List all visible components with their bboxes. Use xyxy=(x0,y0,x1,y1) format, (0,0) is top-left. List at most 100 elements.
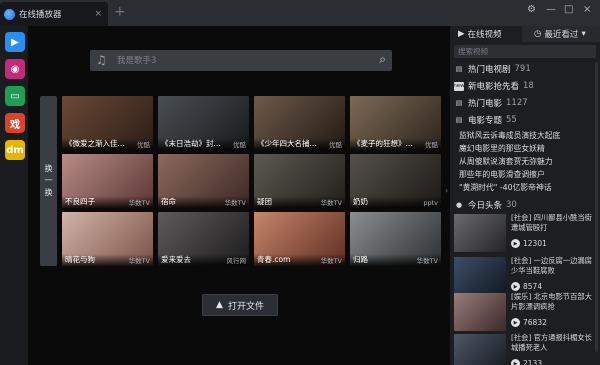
video-title: 青春.com xyxy=(257,255,291,264)
video-tile[interactable]: 宿命 华数TV xyxy=(158,154,249,208)
news-title: [社会] 四川鄙县小酰当街遭城管殴打 xyxy=(511,213,592,232)
video-title: 《麦子的狂想》... xyxy=(353,139,413,148)
tab-online-video[interactable]: ▶ 在线视频 xyxy=(450,26,522,42)
search-box: ♫ ⌕ xyxy=(90,50,392,71)
player-window: 在线播放器 × + ⚙ — □ × ▶ ◉ ▭ 戏 dm ♫ ⌕ 换 一 换 《… xyxy=(0,0,600,365)
play-count-icon: ▶ xyxy=(511,318,520,327)
video-app-icon[interactable]: ▶ xyxy=(5,32,25,52)
sidebar-search xyxy=(454,45,596,58)
video-title: 爱来爱去 xyxy=(161,255,191,264)
tv-icon[interactable]: ▭ xyxy=(5,86,25,106)
maximize-button[interactable]: □ xyxy=(564,4,573,15)
open-file-button[interactable]: ▲ 打开文件 xyxy=(202,294,278,316)
news-thumbnail xyxy=(454,334,506,365)
category-new-movies[interactable]: new 新电影抢先看 18 xyxy=(453,78,596,94)
video-tile[interactable]: 《末日浩劫》封... 优酷 xyxy=(158,96,249,150)
video-tile[interactable]: 爱来爱去 风行网 xyxy=(158,212,249,266)
video-title: 《微爱之渐入佳... xyxy=(65,139,125,148)
topic-item[interactable]: "黄溯时代" -40亿影帝神话 xyxy=(459,182,597,193)
video-title: 《末日浩劫》封... xyxy=(161,139,221,148)
chevron-down-icon: ▾ xyxy=(581,29,586,39)
category-movie-topics[interactable]: ▤ 电影专题 55 xyxy=(454,112,596,128)
music-note-icon: ♫ xyxy=(96,53,107,67)
category-today-headlines[interactable]: ● 今日头条 30 xyxy=(454,197,596,213)
video-source: 优酷 xyxy=(329,141,342,149)
left-icon-bar: ▶ ◉ ▭ 戏 dm xyxy=(0,26,28,365)
new-badge-icon: new xyxy=(453,81,465,91)
news-thumbnail xyxy=(454,257,506,295)
video-tile[interactable]: 《麦子的狂想》... 优酷 xyxy=(350,96,441,150)
video-title: 奶奶 xyxy=(353,197,368,206)
tab-close-icon[interactable]: × xyxy=(94,9,102,19)
news-item[interactable]: [娱乐] 北京电影节百部大片影漂调疯抢 ▶ 76832 xyxy=(454,291,596,331)
play-count-icon: ▶ xyxy=(511,359,520,365)
video-title: 晴花与狗 xyxy=(65,255,95,264)
sidebar-tabs: ▶ 在线视频 ◷ 最近看过 ▾ xyxy=(450,26,600,42)
settings-icon[interactable]: ⚙ xyxy=(527,4,536,15)
switch-char: 一 xyxy=(44,176,53,185)
news-item[interactable]: [社会] 一边反腐一边漏腐少华当鞋腐败 ▶ 8574 xyxy=(454,255,596,295)
category-count: 55 xyxy=(506,115,517,125)
news-item[interactable]: [社会] 四川鄙县小酰当街遭城管殴打 ▶ 12301 xyxy=(454,212,596,252)
category-hot-movies[interactable]: ▤ 热门电影 1127 xyxy=(454,95,596,111)
topic-item[interactable]: 魔幻电影里的那些女妖精 xyxy=(459,143,597,154)
new-tab-button[interactable]: + xyxy=(114,5,126,19)
right-sidebar: ▶ 在线视频 ◷ 最近看过 ▾ ▤ 热门电视剧 791 new 新电影抢先看 1… xyxy=(450,26,600,365)
video-tile[interactable]: 奶奶 pptv xyxy=(350,154,441,208)
search-input[interactable] xyxy=(117,53,357,68)
news-title: [社会] 官方通报抖楣女长城播死老人 xyxy=(511,333,592,352)
news-item[interactable]: [社会] 官方通报抖楣女长城播死老人 ▶ 2133 xyxy=(454,332,596,365)
category-count: 1127 xyxy=(506,98,528,108)
sidebar-scrollbar[interactable] xyxy=(595,62,598,352)
category-label: 热门电影 xyxy=(468,99,503,109)
news-title: [社会] 一边反腐一边漏腐少华当鞋腐败 xyxy=(511,256,592,275)
video-source: 华数TV xyxy=(224,199,246,207)
video-tile[interactable]: 不良四子 华数TV xyxy=(62,154,153,208)
video-source: pptv xyxy=(423,199,438,207)
open-file-label: 打开文件 xyxy=(227,301,264,312)
news-play-count: 8574 xyxy=(523,282,543,291)
video-tile[interactable]: 晴花与狗 华数TV xyxy=(62,212,153,266)
video-tile[interactable]: 疑团 华数TV xyxy=(254,154,345,208)
category-count: 791 xyxy=(514,64,531,74)
topic-item[interactable]: 那些年的电影滑查调擦户 xyxy=(459,169,597,180)
play-circle-icon: ▶ xyxy=(458,29,465,39)
close-button[interactable]: × xyxy=(583,4,591,15)
category-label: 新电影抢先看 xyxy=(468,82,520,92)
refresh-recommendations-button[interactable]: 换 一 换 xyxy=(40,96,57,266)
film-reel-icon[interactable]: ◉ xyxy=(5,59,25,79)
topic-item[interactable]: 监狱风云诉毒成员演技大起底 xyxy=(459,130,597,141)
news-thumbnail xyxy=(454,293,506,331)
category-hot-tv[interactable]: ▤ 热门电视剧 791 xyxy=(454,61,596,77)
sidebar-search-input[interactable] xyxy=(458,46,578,57)
video-title: 不良四子 xyxy=(65,197,95,206)
tab-online-player[interactable]: 在线播放器 × xyxy=(0,2,108,26)
title-bar: 在线播放器 × + ⚙ — □ × xyxy=(0,0,600,26)
video-tile[interactable]: 《少年四大名捕... 优酷 xyxy=(254,96,345,150)
video-source: 华数TV xyxy=(320,257,342,265)
video-source: 华数TV xyxy=(416,257,438,265)
video-title: 《少年四大名捕... xyxy=(257,139,317,148)
movie-list-icon: ▤ xyxy=(455,99,463,107)
topic-item[interactable]: 从周傻默说演套贾无弥魅力 xyxy=(459,156,597,167)
news-play-count: 2133 xyxy=(523,359,543,365)
video-title: 归路 xyxy=(353,255,368,264)
video-tile[interactable]: 归路 华数TV xyxy=(350,212,441,266)
news-title: [娱乐] 北京电影节百部大片影漂调疯抢 xyxy=(511,292,592,311)
bullet-comment-icon[interactable]: dm xyxy=(5,140,25,160)
video-source: 优酷 xyxy=(233,141,246,149)
variety-icon[interactable]: 戏 xyxy=(5,113,25,133)
minimize-button[interactable]: — xyxy=(546,4,556,15)
video-tile[interactable]: 《微爱之渐入佳... 优酷 xyxy=(62,96,153,150)
topic-list-icon: ▤ xyxy=(455,116,463,124)
video-source: 优酷 xyxy=(425,141,438,149)
news-play-count: 76832 xyxy=(523,318,547,327)
tab-recently-watched[interactable]: ◷ 最近看过 ▾ xyxy=(534,26,600,42)
news-thumbnail xyxy=(454,214,506,252)
video-tile[interactable]: 青春.com 华数TV xyxy=(254,212,345,266)
tab-title: 在线播放器 xyxy=(19,10,62,20)
category-label: 热门电视剧 xyxy=(468,65,511,75)
category-label: 电影专题 xyxy=(468,116,503,126)
switch-char: 换 xyxy=(44,188,53,197)
search-icon[interactable]: ⌕ xyxy=(379,52,386,67)
